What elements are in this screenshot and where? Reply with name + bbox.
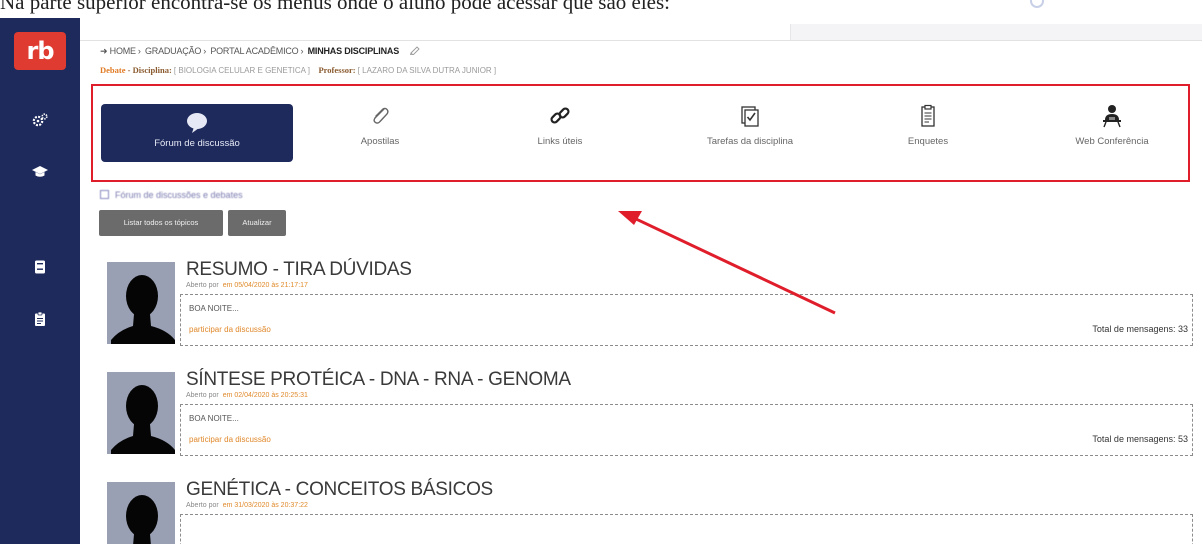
section-heading: Fórum de discussões e debates <box>100 190 243 200</box>
sidebar: rb <box>0 18 80 544</box>
section-square-icon <box>100 190 109 199</box>
graduation-cap-icon[interactable] <box>28 159 52 183</box>
clipboard-icon[interactable] <box>28 307 52 331</box>
topic-opened-by: Aberto por <box>186 282 219 289</box>
topbar-search-area[interactable] <box>790 24 1202 40</box>
professor-label: Professor: <box>318 65 356 75</box>
avatar <box>107 482 175 544</box>
edit-icon[interactable] <box>409 45 421 55</box>
breadcrumb: ➜ HOME › GRADUAÇÃO › PORTAL ACADÊMICO › MIN… <box>100 45 421 57</box>
breadcrumb-home-arrow: ➜ <box>100 46 108 56</box>
tab-links[interactable]: Links úteis <box>522 104 598 162</box>
gears-icon[interactable] <box>28 108 52 132</box>
join-discussion-link[interactable]: participar da discussão <box>189 435 271 444</box>
topic-date: em 05/04/2020 às 21:17:17 <box>222 282 308 289</box>
user-silhouette-icon <box>111 275 175 344</box>
breadcrumb-current: MINHAS DISCIPLINAS <box>307 46 400 56</box>
link-icon <box>550 107 570 124</box>
avatar <box>107 372 175 454</box>
tab-tarefas[interactable]: Tarefas da disciplina <box>688 104 812 162</box>
tab-web-conferencia[interactable]: Web Conferência <box>1058 104 1166 162</box>
breadcrumb-separator: › <box>203 46 207 56</box>
speech-bubble-icon <box>187 113 207 133</box>
topic-preview-box: BOA NOITE... participar da discussão Tot… <box>180 404 1193 456</box>
refresh-button[interactable]: Atualizar <box>228 210 286 236</box>
message-count: Total de mensagens: 33 <box>1092 324 1188 334</box>
topic-meta: Aberto por em 02/04/2020 às 20:25:31 <box>186 392 308 399</box>
discipline-label: Disciplina: <box>132 65 172 75</box>
avatar <box>107 262 175 344</box>
tab-label: Fórum de discussão <box>154 138 240 149</box>
topic-meta: Aberto por em 31/03/2020 às 20:37:22 <box>186 502 308 509</box>
user-silhouette-icon <box>126 495 158 544</box>
document-caption: Na parte superior encontra-se os menus o… <box>0 0 671 14</box>
paperclip-icon <box>373 107 389 124</box>
topic-title[interactable]: RESUMO - TIRA DÚVIDAS <box>186 259 412 281</box>
professor-value: [ LAZARO DA SILVA DUTRA JUNIOR ] <box>357 66 497 75</box>
topic-preview: BOA NOITE... <box>189 304 239 313</box>
topic-date: em 31/03/2020 às 20:37:22 <box>222 502 308 509</box>
clipboard-list-icon <box>921 104 935 127</box>
tab-label: Enquetes <box>907 136 949 147</box>
topic-preview-box <box>180 514 1193 544</box>
user-silhouette-icon <box>111 385 175 454</box>
topic-title[interactable]: GENÉTICA - CONCEITOS BÁSICOS <box>186 479 493 501</box>
join-discussion-link[interactable]: participar da discussão <box>189 325 271 334</box>
topic-preview-box: BOA NOITE... participar da discussão Tot… <box>180 294 1193 346</box>
topbar-divider <box>80 40 1202 41</box>
presenter-icon <box>1103 105 1121 128</box>
breadcrumb-separator: › <box>137 46 141 56</box>
book-icon[interactable] <box>28 255 52 279</box>
app-logo[interactable]: rb <box>14 32 66 70</box>
topic-title[interactable]: SÍNTESE PROTÉICA - DNA - RNA - GENOMA <box>186 369 571 391</box>
discipline-context: Debate - Disciplina: [ BIOLOGIA CELULAR … <box>100 65 497 75</box>
section-label: Debate <box>100 65 126 75</box>
topic-opened-by: Aberto por <box>186 502 219 509</box>
topic-meta: Aberto por em 05/04/2020 às 21:17:17 <box>186 282 308 289</box>
breadcrumb-separator: › <box>300 46 304 56</box>
tab-label: Links úteis <box>537 136 583 147</box>
message-count: Total de mensagens: 53 <box>1092 434 1188 444</box>
topic-opened-by: Aberto por <box>186 392 219 399</box>
tab-apostilas[interactable]: Apostilas <box>335 104 425 162</box>
tab-forum[interactable]: Fórum de discussão <box>101 104 293 162</box>
discipline-value: [ BIOLOGIA CELULAR E GENETICA ] <box>173 66 310 75</box>
breadcrumb-item-portal[interactable]: PORTAL ACADÊMICO <box>210 46 298 56</box>
section-title: Fórum de discussões e debates <box>115 190 243 200</box>
tasks-icon <box>741 106 759 127</box>
tab-label: Tarefas da disciplina <box>706 136 794 147</box>
tab-label: Apostilas <box>360 136 400 147</box>
list-all-topics-button[interactable]: Listar todos os tópicos <box>99 210 223 236</box>
tab-enquetes[interactable]: Enquetes <box>888 104 968 162</box>
tab-label: Web Conferência <box>1075 136 1149 147</box>
topic-preview: BOA NOITE... <box>189 414 239 423</box>
breadcrumb-item-graduacao[interactable]: GRADUAÇÃO <box>145 46 201 56</box>
topic-date: em 02/04/2020 às 20:25:31 <box>222 392 308 399</box>
breadcrumb-item-home[interactable]: HOME <box>110 46 136 56</box>
